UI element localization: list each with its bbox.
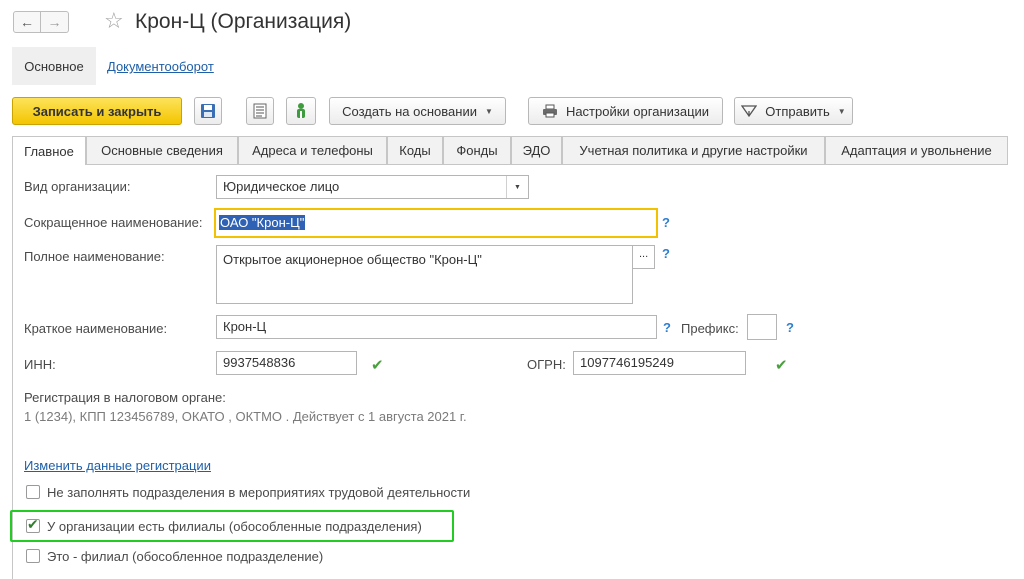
help-icon[interactable]: ? — [662, 215, 670, 230]
forward-button[interactable]: → — [41, 11, 69, 33]
inn-input[interactable]: 9937548836 — [216, 351, 357, 375]
arrow-left-icon: ← — [20, 14, 34, 30]
structure-button[interactable] — [286, 97, 316, 125]
inn-label: ИНН: — [24, 357, 56, 372]
org-type-label: Вид организации: — [24, 179, 131, 194]
save-and-close-button[interactable]: Записать и закрыть — [12, 97, 182, 125]
full-name-ellipsis-button[interactable]: ... — [632, 245, 655, 269]
printer-icon — [542, 104, 557, 118]
tab-main[interactable]: Главное — [12, 136, 86, 165]
has-branches-label: У организации есть филиалы (обособленные… — [47, 519, 422, 534]
tab-edo[interactable]: ЭДО — [511, 136, 562, 164]
short-name-label: Сокращенное наименование: — [24, 215, 203, 230]
ogrn-label: ОГРН: — [527, 357, 566, 372]
tab-addresses[interactable]: Адреса и телефоны — [238, 136, 387, 164]
send-button[interactable]: Отправить ▼ — [734, 97, 853, 125]
star-icon[interactable]: ☆ — [104, 8, 124, 34]
tab-codes[interactable]: Коды — [387, 136, 443, 164]
arrow-right-icon: → — [47, 14, 62, 30]
brief-name-label: Краткое наименование: — [24, 321, 168, 336]
short-name-value: ОАО "Крон-Ц" — [219, 215, 306, 230]
short-name-input[interactable]: ОАО "Крон-Ц" — [214, 208, 658, 238]
tab-adaptation[interactable]: Адаптация и увольнение — [825, 136, 1008, 164]
full-name-textarea[interactable]: Открытое акционерное общество "Крон-Ц" — [216, 245, 633, 304]
back-button[interactable]: ← — [13, 11, 41, 33]
prefix-input[interactable] — [747, 314, 777, 340]
save-button[interactable] — [194, 97, 222, 125]
org-settings-button[interactable]: Настройки организации — [528, 97, 723, 125]
nav-main[interactable]: Основное — [12, 47, 96, 85]
tax-reg-value: 1 (1234), КПП 123456789, ОКАТО , ОКТМО .… — [24, 409, 467, 424]
brief-name-value: Крон-Ц — [223, 319, 267, 334]
help-icon[interactable]: ? — [663, 320, 671, 335]
is-branch-checkbox[interactable] — [26, 549, 40, 563]
org-type-value: Юридическое лицо — [223, 179, 340, 194]
brief-name-input[interactable]: Крон-Ц — [216, 315, 657, 339]
no-fill-label: Не заполнять подразделения в мероприятия… — [47, 485, 471, 500]
tab-basic-info[interactable]: Основные сведения — [86, 136, 238, 164]
people-structure-icon — [297, 103, 305, 118]
report-button[interactable] — [246, 97, 274, 125]
tab-divider — [12, 164, 1008, 165]
tab-funds[interactable]: Фонды — [443, 136, 511, 164]
page-title: Крон-Ц (Организация) — [135, 10, 352, 33]
chevron-down-icon: ▼ — [514, 183, 521, 191]
send-label: Отправить — [765, 103, 830, 119]
nav-docflow-link[interactable]: Документооборот — [107, 59, 214, 74]
document-list-icon — [253, 103, 267, 119]
send-icon — [741, 105, 758, 118]
chevron-down-icon: ▼ — [484, 106, 493, 116]
is-branch-label: Это - филиал (обособленное подразделение… — [47, 549, 324, 564]
tax-reg-label: Регистрация в налоговом органе: — [24, 390, 226, 405]
change-registration-link[interactable]: Изменить данные регистрации — [24, 458, 211, 473]
org-type-select[interactable]: Юридическое лицо — [216, 175, 529, 199]
chevron-down-icon: ▼ — [837, 106, 846, 116]
help-icon[interactable]: ? — [786, 320, 794, 335]
checkmark-icon: ✔ — [27, 516, 39, 532]
ogrn-input[interactable]: 1097746195249 — [573, 351, 746, 375]
check-valid-icon: ✔ — [371, 357, 384, 374]
full-name-value: Открытое акционерное общество "Крон-Ц" — [223, 252, 482, 267]
prefix-label: Префикс: — [681, 321, 739, 336]
ogrn-value: 1097746195249 — [580, 355, 674, 370]
check-valid-icon: ✔ — [775, 357, 788, 374]
inn-value: 9937548836 — [223, 355, 296, 370]
full-name-label: Полное наименование: — [24, 249, 165, 264]
create-based-on-button[interactable]: Создать на основании ▼ — [329, 97, 506, 125]
tab-accounting-policy[interactable]: Учетная политика и другие настройки — [562, 136, 825, 164]
dropdown-button[interactable]: ▼ — [506, 176, 528, 198]
create-based-on-label: Создать на основании — [342, 103, 477, 119]
org-settings-label: Настройки организации — [565, 103, 710, 119]
help-icon[interactable]: ? — [662, 246, 670, 261]
no-fill-checkbox[interactable] — [26, 485, 40, 499]
floppy-disk-icon — [201, 104, 215, 118]
